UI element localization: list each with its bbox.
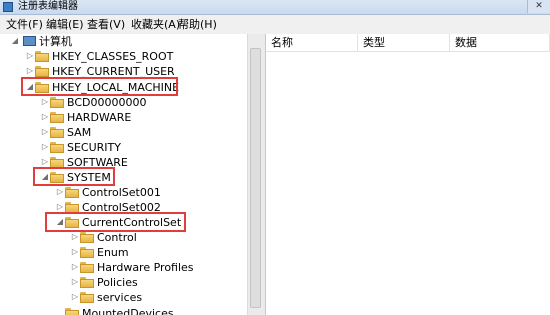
highlight-box-system xyxy=(33,167,115,186)
expanded-arrow-icon[interactable]: ◢ xyxy=(10,35,20,47)
folder-icon xyxy=(50,97,64,108)
tree-node-security[interactable]: ▷ SECURITY xyxy=(40,140,220,155)
values-list-pane[interactable]: 名称 类型 数据 xyxy=(266,34,550,315)
collapsed-arrow-icon[interactable]: ▷ xyxy=(25,65,35,77)
tree-node-hardware[interactable]: ▷ HARDWARE xyxy=(40,110,220,125)
tree-node-hkcr[interactable]: ▷ HKEY_CLASSES_ROOT xyxy=(25,49,225,64)
tree-node-label: MountedDevices xyxy=(82,307,174,315)
folder-icon xyxy=(65,308,79,315)
menu-bar: 文件(F) 编辑(E) 查看(V) 收藏夹(A) 帮助(H) xyxy=(0,15,550,35)
scrollbar-thumb[interactable] xyxy=(250,48,261,308)
collapsed-arrow-icon[interactable]: ▷ xyxy=(70,291,80,303)
column-header-name[interactable]: 名称 xyxy=(266,34,358,52)
window-title: 注册表编辑器 xyxy=(18,1,78,12)
folder-icon xyxy=(50,112,64,123)
collapsed-arrow-icon[interactable]: ▷ xyxy=(70,276,80,288)
collapsed-arrow-icon[interactable]: ▷ xyxy=(70,261,80,273)
tree-node-hardware-profiles[interactable]: ▷ Hardware Profiles xyxy=(70,260,230,275)
highlight-box-currentcontrolset xyxy=(45,212,186,232)
folder-icon xyxy=(35,51,49,62)
folder-icon xyxy=(65,187,79,198)
collapsed-arrow-icon[interactable]: ▷ xyxy=(70,231,80,243)
tree-node-enum[interactable]: ▷ Enum xyxy=(70,245,230,260)
tree-node-services[interactable]: ▷ services xyxy=(70,290,230,305)
folder-icon xyxy=(80,262,94,273)
close-button[interactable]: ✕ xyxy=(527,0,550,13)
tree-node-label: services xyxy=(97,291,143,304)
tree-node-label: Hardware Profiles xyxy=(97,261,194,274)
menu-favorites[interactable]: 收藏夹(A) xyxy=(131,17,180,32)
column-header-data[interactable]: 数据 xyxy=(450,34,550,52)
tree-node-label: Control xyxy=(97,231,137,244)
tree-node-label: Policies xyxy=(97,276,138,289)
tree-node-label: ControlSet001 xyxy=(82,186,161,199)
tree-node-label: HKEY_CLASSES_ROOT xyxy=(52,50,174,63)
highlight-box-hklm xyxy=(21,77,178,96)
tree-node-bcd[interactable]: ▷ BCD00000000 xyxy=(40,95,220,110)
menu-edit[interactable]: 编辑(E) xyxy=(46,17,84,32)
folder-icon xyxy=(80,247,94,258)
folder-icon xyxy=(80,232,94,243)
menu-view[interactable]: 查看(V) xyxy=(87,17,125,32)
tree-node-computer[interactable]: ◢ 计算机 xyxy=(10,34,210,49)
tree-node-label: HARDWARE xyxy=(67,111,132,124)
collapsed-arrow-icon[interactable]: ▷ xyxy=(40,126,50,138)
menu-file[interactable]: 文件(F) xyxy=(6,17,43,32)
folder-icon xyxy=(35,66,49,77)
tree-node-policies[interactable]: ▷ Policies xyxy=(70,275,230,290)
folder-icon xyxy=(80,277,94,288)
tree-node-label: Enum xyxy=(97,246,129,259)
tree-node-controlset001[interactable]: ▷ ControlSet001 xyxy=(55,185,225,200)
tree-node-label: 计算机 xyxy=(39,35,72,48)
tree-node-sam[interactable]: ▷ SAM xyxy=(40,125,220,140)
regedit-app-icon xyxy=(3,2,13,12)
collapsed-arrow-icon[interactable]: ▷ xyxy=(40,96,50,108)
collapsed-arrow-icon[interactable]: ▷ xyxy=(40,141,50,153)
computer-icon xyxy=(23,36,36,46)
tree-node-control[interactable]: ▷ Control xyxy=(70,230,230,245)
folder-icon xyxy=(50,142,64,153)
folder-icon xyxy=(80,292,94,303)
folder-icon xyxy=(50,157,64,168)
title-bar: 注册表编辑器 ✕ xyxy=(0,0,550,15)
collapsed-arrow-icon[interactable]: ▷ xyxy=(40,111,50,123)
menu-help[interactable]: 帮助(H) xyxy=(178,17,217,32)
tree-node-mounteddevices[interactable]: MountedDevices xyxy=(55,306,225,315)
collapsed-arrow-icon[interactable]: ▷ xyxy=(55,186,65,198)
tree-node-label: SECURITY xyxy=(67,141,121,154)
collapsed-arrow-icon[interactable]: ▷ xyxy=(70,246,80,258)
column-header-type[interactable]: 类型 xyxy=(358,34,450,52)
folder-icon xyxy=(50,127,64,138)
tree-node-label: BCD00000000 xyxy=(67,96,147,109)
tree-node-label: SAM xyxy=(67,126,92,139)
folder-icon xyxy=(65,202,79,213)
collapsed-arrow-icon[interactable]: ▷ xyxy=(25,50,35,62)
registry-tree-pane[interactable]: ◢ 计算机 ▷ HKEY_CLASSES_ROOT ▷ HKEY_CURRENT… xyxy=(0,34,266,315)
